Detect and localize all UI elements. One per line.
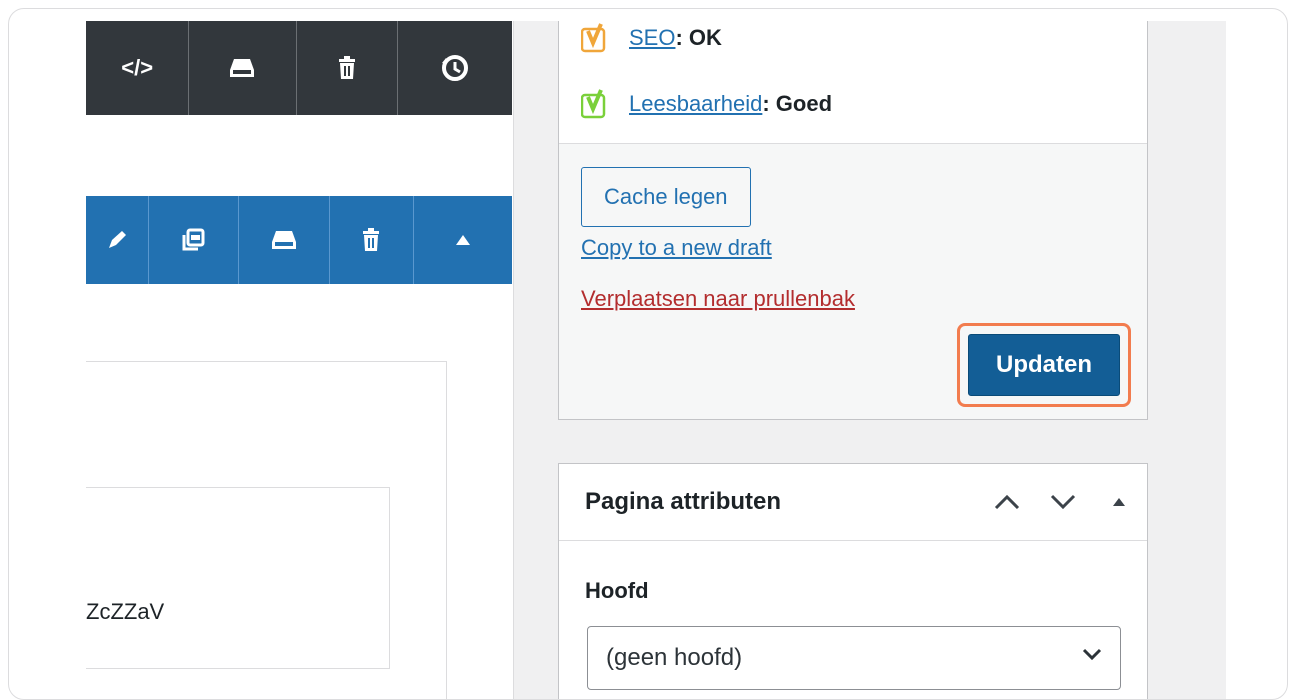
move-to-trash-link[interactable]: Verplaatsen naar prullenbak [581, 286, 855, 312]
elementor-toolbar: </> [86, 21, 512, 115]
collapse-icon[interactable] [1099, 482, 1139, 522]
seo-link[interactable]: SEO [629, 25, 675, 51]
seo-score-row: SEO : OK [581, 23, 722, 53]
yoast-readability-icon [581, 89, 606, 119]
page-attributes-title: Pagina attributen [585, 488, 782, 515]
database-icon[interactable] [189, 21, 297, 115]
readability-score-row: Leesbaarheid : Goed [581, 89, 832, 119]
page-attributes-panel: Pagina attributen Hoofd (geen hoofd) [558, 463, 1148, 699]
code-glyph: </> [121, 55, 154, 80]
parent-label: Hoofd [585, 578, 649, 603]
yoast-scores: SEO : OK Leesbaarheid : Goed [559, 21, 1147, 144]
content-snippet: ZcZZaV [86, 599, 165, 624]
duplicate-icon[interactable] [149, 196, 239, 284]
trash-icon[interactable] [297, 21, 398, 115]
settings-sidebar: SEO : OK Leesbaarheid : Goed Cache legen [514, 21, 1226, 699]
readability-link[interactable]: Leesbaarheid [629, 91, 762, 117]
yoast-seo-icon [581, 23, 606, 53]
database-icon[interactable] [239, 196, 330, 284]
section-toolbar [86, 196, 512, 284]
copy-to-draft-link[interactable]: Copy to a new draft [581, 235, 772, 261]
wordpress-editor-viewport: </> ZcZZaV SEO: OK Leesbaarheid: Goed … [86, 21, 1226, 699]
screenshot-frame: </> ZcZZaV SEO: OK Leesbaarheid: Goed … [8, 8, 1288, 700]
readability-status: : Goed [762, 91, 833, 116]
arrow-up-icon[interactable] [414, 196, 512, 284]
cache-clear-button[interactable]: Cache legen [581, 167, 751, 227]
content-block-inner [86, 487, 390, 669]
update-highlight: Updaten [957, 323, 1131, 407]
page-attributes-header: Pagina attributen [559, 464, 1147, 541]
code-icon[interactable]: </> [86, 21, 190, 115]
move-up-icon[interactable] [987, 482, 1027, 522]
publish-actions: Cache legen Copy to a new draft Verplaat… [559, 143, 1147, 419]
seo-status: : OK [675, 25, 722, 50]
chevron-down-icon [1082, 648, 1102, 661]
update-button[interactable]: Updaten [968, 334, 1120, 396]
trash-icon[interactable] [330, 196, 414, 284]
editor-area: </> ZcZZaV [86, 21, 514, 699]
history-icon[interactable] [398, 21, 512, 115]
move-down-icon[interactable] [1043, 482, 1083, 522]
parent-select[interactable]: (geen hoofd) [587, 626, 1121, 690]
parent-select-value: (geen hoofd) [606, 644, 743, 671]
edit-icon[interactable] [86, 196, 150, 284]
publish-panel: SEO : OK Leesbaarheid : Goed Cache legen [558, 21, 1148, 420]
